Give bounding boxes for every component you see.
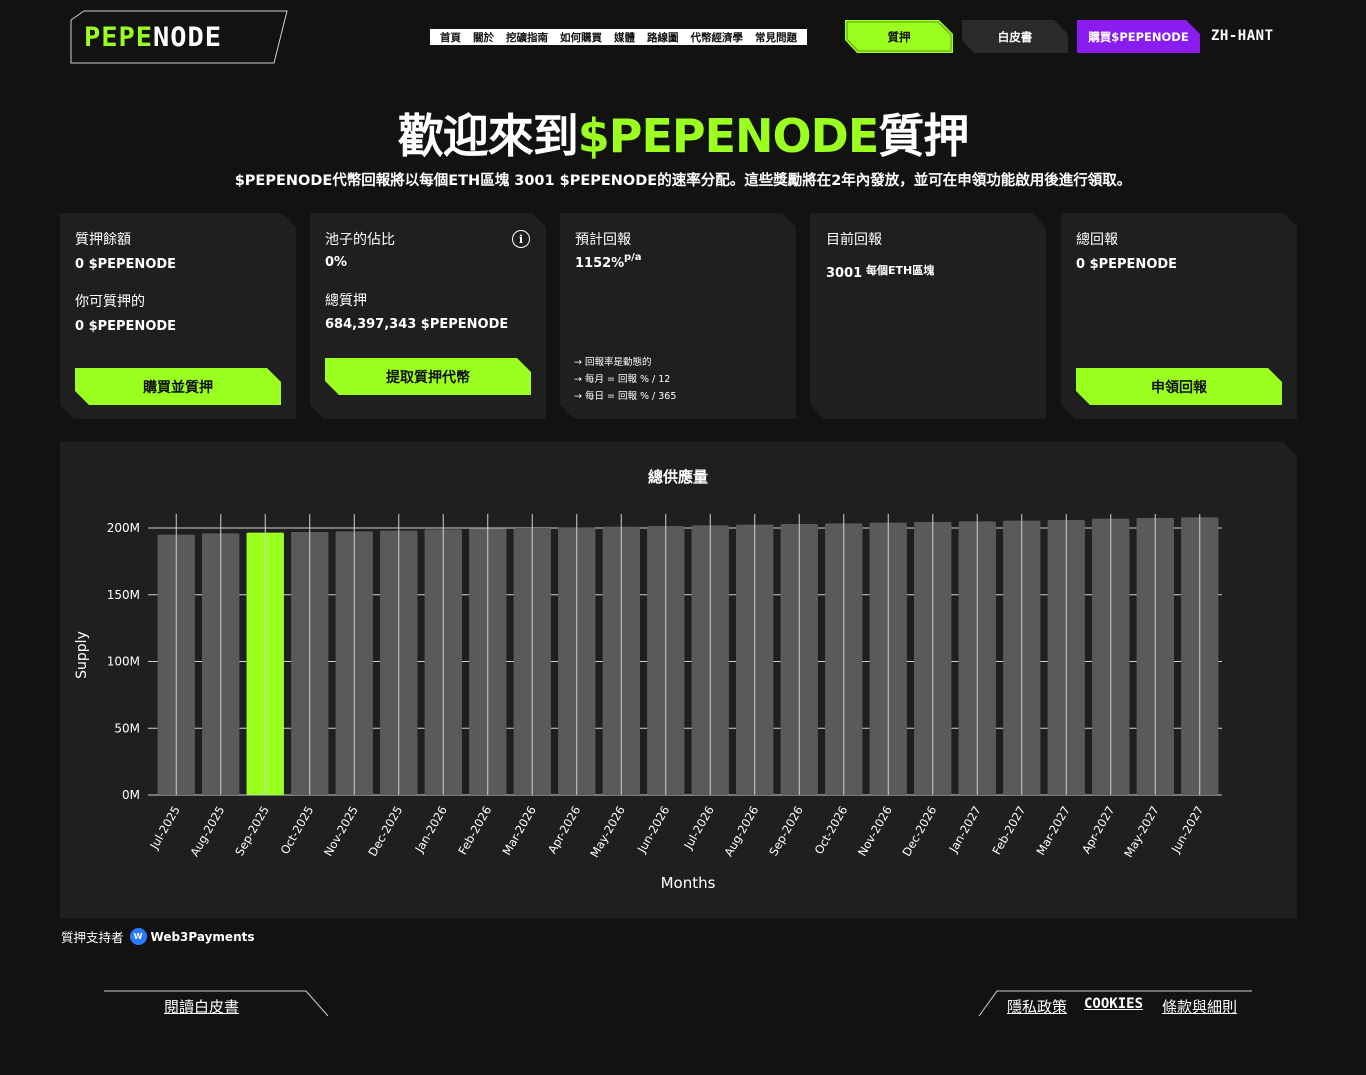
- info-icon[interactable]: i: [512, 230, 530, 248]
- current-rewards-value: 3001: [826, 266, 863, 281]
- cookies-link[interactable]: COOKIES: [1084, 996, 1143, 1012]
- y-tick-label: 0M: [122, 788, 140, 802]
- rewards-note: → 每月 = 回報 % / 12: [574, 374, 671, 385]
- x-tick-label: Apr-2026: [545, 804, 583, 857]
- current-rewards-label: 目前回報: [826, 232, 882, 248]
- rewards-note: → 每日 = 回報 % / 365: [574, 391, 677, 402]
- privacy-policy-link[interactable]: 隱私政策: [1007, 996, 1067, 1017]
- estimated-rewards-card: 預計回報 1152% p/a → 回報率是動態的 → 每月 = 回報 % / 1…: [560, 213, 796, 419]
- staked-balance-card: 質押餘額 0 $PEPENODE 你可質押的 0 $PEPENODE 購買並質押: [60, 213, 296, 419]
- supply-chart-panel: 總供應量 0M 50M 100M 150M 200M Supply Jul-2025 Aug-2…: [60, 442, 1297, 918]
- x-tick-label: Sep-2026: [766, 804, 806, 859]
- web3payments-icon: W: [129, 928, 147, 945]
- total-rewards-label: 總回報: [1076, 232, 1118, 248]
- x-tick-label: Dec-2025: [365, 804, 405, 859]
- buy-button[interactable]: 購買$PEPENODE: [1077, 20, 1200, 53]
- nav-item-how-to-buy[interactable]: 如何購買: [554, 30, 608, 45]
- x-tick-label: May-2026: [587, 804, 628, 860]
- x-tick-label: Apr-2027: [1079, 804, 1117, 857]
- nav-item-roadmap[interactable]: 路線圖: [641, 30, 685, 45]
- withdraw-stake-button[interactable]: 提取質押代幣: [325, 358, 531, 395]
- supply-chart: 總供應量0M50M100M150M200MSupplyJul-2025 Aug-2…: [74, 468, 1222, 892]
- total-rewards-value: 0 $PEPENODE: [1076, 257, 1178, 272]
- x-tick-label: Sep-2025: [232, 804, 272, 859]
- rewards-note: → 回報率是動態的: [574, 357, 652, 368]
- x-tick-label: May-2027: [1121, 804, 1162, 860]
- web3payments-brand[interactable]: Web3Payments: [151, 930, 255, 944]
- nav-item-media[interactable]: 媒體: [608, 30, 641, 45]
- page-subtitle: $PEPENODE代幣回報將以每個ETH區塊 3001 $PEPENODE的速率…: [234, 173, 1132, 189]
- language-selector[interactable]: ZH-HANT: [1211, 28, 1274, 44]
- whitepaper-button[interactable]: 白皮書: [962, 20, 1068, 53]
- y-tick-label: 150M: [107, 588, 140, 602]
- current-rewards-card: 目前回報 3001 每個ETH區塊: [810, 213, 1046, 419]
- claim-rewards-button[interactable]: 申領回報: [1076, 368, 1282, 405]
- x-tick-label: Aug-2025: [187, 804, 227, 859]
- x-tick-label: Feb-2026: [455, 804, 494, 858]
- terms-link[interactable]: 條款與細則: [1162, 996, 1237, 1017]
- staking-supporter: 質押支持者 W Web3Payments: [61, 927, 255, 946]
- chart-title: 總供應量: [648, 468, 708, 486]
- x-tick-label: Oct-2026: [812, 804, 851, 857]
- x-tick-label: Nov-2026: [855, 804, 895, 859]
- total-rewards-card: 總回報 0 $PEPENODE 申領回報: [1061, 213, 1297, 419]
- page-title: 歡迎來到$PEPENODE質押: [397, 109, 970, 163]
- y-tick-label: 200M: [107, 521, 140, 535]
- x-tick-label: Mar-2026: [500, 804, 539, 858]
- total-staked-label: 總質押: [325, 293, 367, 309]
- y-tick-label: 100M: [107, 655, 140, 669]
- buy-and-stake-button[interactable]: 購買並質押: [75, 368, 281, 405]
- nav-item-tokenomics[interactable]: 代幣經濟學: [685, 30, 750, 45]
- stakeable-label: 你可質押的: [75, 294, 145, 310]
- footer-whitepaper: 閱讀白皮書: [104, 990, 330, 1020]
- stake-button[interactable]: 質押: [845, 20, 953, 53]
- staked-balance-label: 質押餘額: [75, 232, 131, 248]
- x-tick-label: Jul-2025: [147, 804, 183, 853]
- nav-item-mining-guide[interactable]: 挖礦指南: [500, 30, 554, 45]
- y-axis-label: Supply: [74, 631, 90, 679]
- y-tick-label: 50M: [114, 721, 140, 735]
- x-axis-label: Months: [661, 874, 716, 892]
- total-staked-value: 684,397,343 $PEPENODE: [325, 317, 509, 332]
- estimated-rewards-label: 預計回報: [575, 232, 631, 248]
- logo[interactable]: PEPENODE: [70, 10, 288, 64]
- nav-item-faq[interactable]: 常見問題: [749, 30, 803, 45]
- x-tick-label: Oct-2025: [278, 804, 317, 857]
- nav-item-home[interactable]: 首頁: [434, 30, 467, 45]
- nav-item-about[interactable]: 關於: [467, 30, 500, 45]
- x-tick-label: Jun-2027: [1168, 804, 1206, 856]
- pool-share-card: 池子的佔比 i 0% 總質押 684,397,343 $PEPENODE 提取質…: [310, 213, 546, 419]
- stakeable-value: 0 $PEPENODE: [75, 319, 177, 334]
- x-tick-label: Aug-2026: [721, 804, 761, 859]
- x-tick-label: Jun-2026: [634, 804, 672, 856]
- x-tick-label: Mar-2027: [1034, 804, 1073, 858]
- pool-share-value: 0%: [325, 255, 348, 270]
- x-tick-label: Jan-2026: [412, 804, 450, 856]
- x-tick-label: Jan-2027: [946, 804, 984, 856]
- x-tick-label: Nov-2025: [321, 804, 361, 859]
- footer-links: 隱私政策 COOKIES 條款與細則: [977, 990, 1253, 1020]
- read-whitepaper-link[interactable]: 閱讀白皮書: [164, 996, 239, 1017]
- pool-share-label: 池子的佔比: [325, 232, 395, 248]
- supporter-label: 質押支持者: [61, 930, 124, 945]
- top-nav: 首頁 關於 挖礦指南 如何購買 媒體 路線圖 代幣經濟學 常見問題: [430, 29, 807, 45]
- per-annum-unit: p/a: [624, 252, 642, 263]
- x-tick-label: Dec-2026: [899, 804, 939, 859]
- x-tick-label: Jul-2026: [681, 804, 717, 853]
- logo-text: PEPENODE: [84, 22, 223, 53]
- estimated-rewards-value: 1152%: [575, 256, 625, 271]
- x-tick-label: Feb-2027: [989, 804, 1028, 858]
- current-rewards-unit: 每個ETH區塊: [866, 264, 935, 277]
- staked-balance-value: 0 $PEPENODE: [75, 257, 177, 272]
